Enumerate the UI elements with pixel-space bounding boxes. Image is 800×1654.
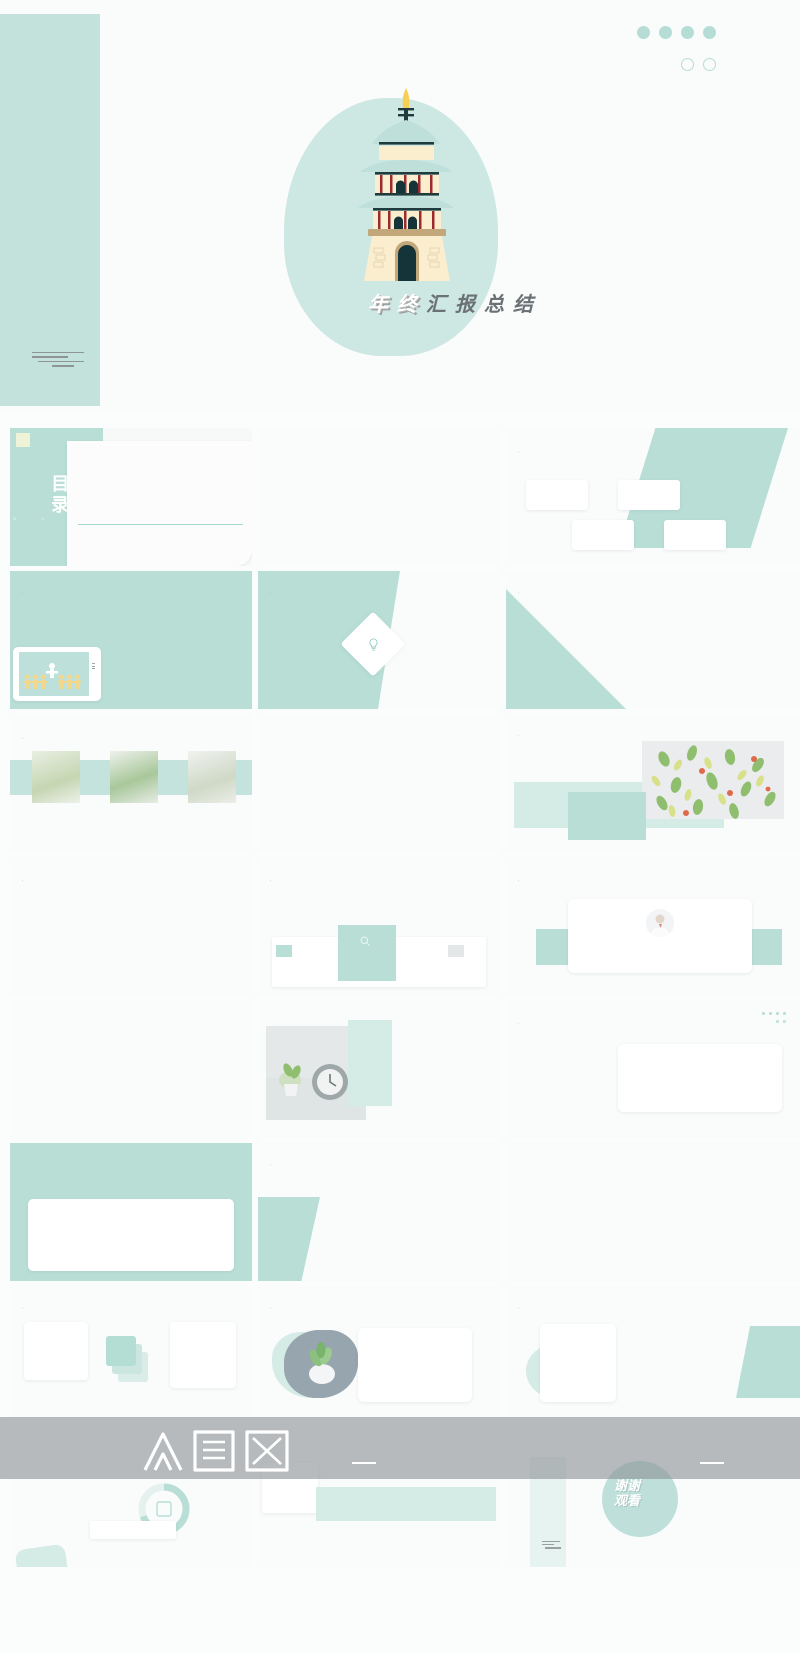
phone-screen xyxy=(19,652,89,696)
rs-subtitle xyxy=(518,879,521,883)
photo-1 xyxy=(32,751,80,803)
search-icon xyxy=(360,936,370,946)
slide-four-cards-diagonal[interactable] xyxy=(506,428,800,566)
pagoda-illustration xyxy=(358,88,454,281)
slide-report-steps[interactable] xyxy=(258,1143,500,1281)
rs-subtitle xyxy=(22,879,25,883)
thanks-cn: 谢谢 观看 xyxy=(614,1478,641,1508)
photo-2 xyxy=(110,751,158,803)
watermark-dash-left xyxy=(352,1462,376,1464)
slide-stats[interactable] xyxy=(258,1000,500,1138)
rs-subtitle xyxy=(518,1306,521,1310)
slide-project-analysis[interactable] xyxy=(258,1286,500,1424)
slide-year-review[interactable] xyxy=(10,571,252,709)
slide-section-04[interactable] xyxy=(506,1143,800,1281)
slide-identify-needs[interactable] xyxy=(506,1286,800,1424)
slide-three-photos[interactable] xyxy=(10,714,252,852)
watermark-overlay xyxy=(0,1417,800,1479)
photo-3 xyxy=(188,751,236,803)
rs-subtitle xyxy=(22,591,25,595)
plant-photo xyxy=(284,1330,358,1398)
slide-business-list[interactable] xyxy=(10,1143,252,1281)
cover-dot-row-outline xyxy=(681,58,716,71)
slide-section-01[interactable] xyxy=(258,428,500,566)
slide-four-speech[interactable] xyxy=(10,857,252,995)
slide-testimonial[interactable] xyxy=(506,857,800,995)
slide-business-report[interactable] xyxy=(506,1000,800,1138)
watermark-logo xyxy=(143,1430,289,1472)
br-dot-row-2 xyxy=(776,1020,786,1023)
rs-subtitle xyxy=(518,1022,521,1026)
rs-subtitle xyxy=(518,591,521,595)
cover-dot-row-filled xyxy=(637,26,716,39)
slide-section-02[interactable] xyxy=(258,714,500,852)
rs-subtitle xyxy=(270,879,273,883)
rs-subtitle xyxy=(270,591,273,595)
bc-pin-shape xyxy=(110,1473,190,1559)
br-dot-row-1 xyxy=(762,1012,786,1015)
rs-subtitle xyxy=(518,450,521,454)
rs-subtitle xyxy=(270,1306,273,1310)
bulb-icon xyxy=(369,638,378,651)
rs-subtitle xyxy=(22,1306,25,1310)
cover-left-band xyxy=(0,14,100,406)
rs-subtitle xyxy=(22,736,25,740)
stack-card-1 xyxy=(106,1336,136,1366)
slide-social-stack[interactable] xyxy=(10,1286,252,1424)
slide-compare-three[interactable] xyxy=(258,857,500,995)
thanks-decor-lines xyxy=(542,1541,561,1549)
phone-side-icon xyxy=(92,663,95,675)
ppt-template-preview: 年终汇报总结 目录 MULU xyxy=(0,0,800,1654)
slide-cover[interactable]: 年终汇报总结 xyxy=(0,0,800,410)
flowers-photo xyxy=(642,741,784,819)
cover-decor-lines xyxy=(32,352,84,370)
avatar xyxy=(646,909,674,937)
slide-toc[interactable]: 目录 MULU xyxy=(10,428,252,566)
toc-badge xyxy=(16,433,30,447)
slide-process-four[interactable] xyxy=(506,571,800,709)
slide-section-03[interactable] xyxy=(10,1000,252,1138)
watermark-dash-right xyxy=(700,1462,724,1464)
rs-subtitle xyxy=(270,1163,273,1167)
cover-title-cn: 年终汇报总结 xyxy=(368,294,542,316)
slide-diamond-four[interactable] xyxy=(258,571,500,709)
rs-subtitle xyxy=(518,734,521,738)
slide-lorem-photo[interactable] xyxy=(506,714,800,852)
